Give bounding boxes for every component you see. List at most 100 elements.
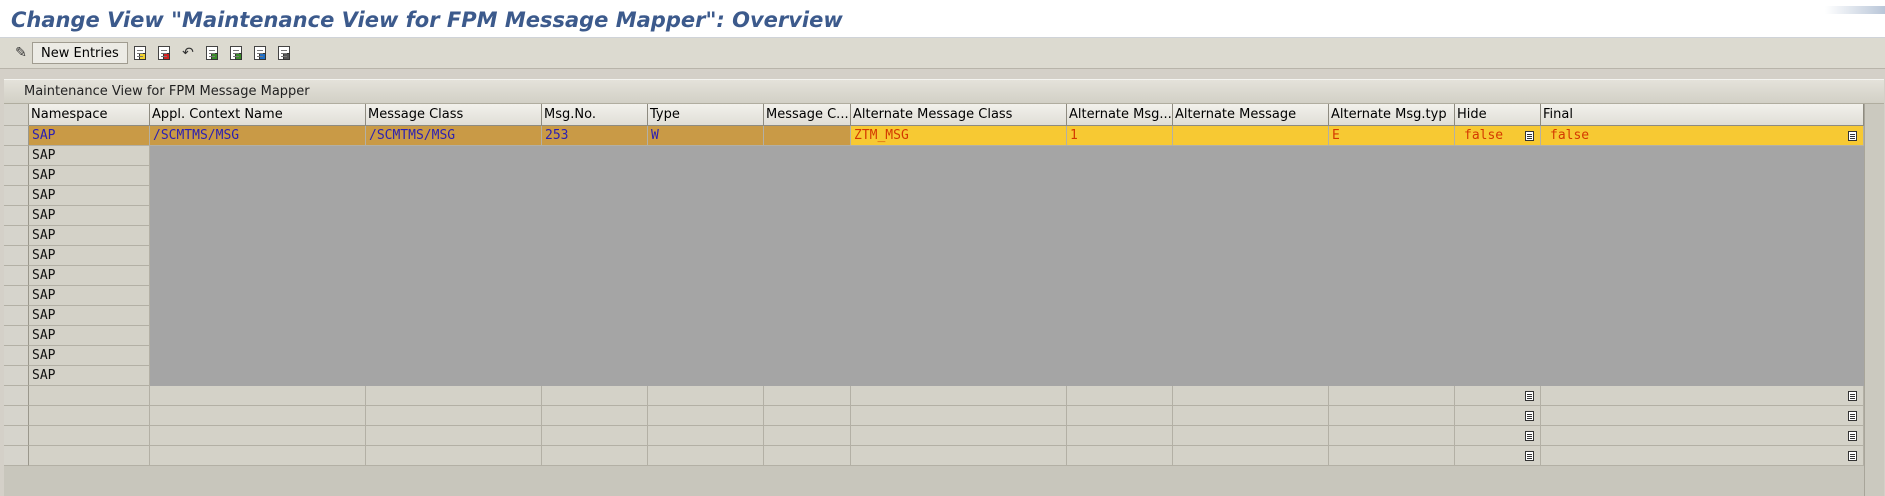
empty-cell[interactable] <box>851 446 1067 466</box>
empty-cell[interactable] <box>542 426 648 446</box>
value-help-icon[interactable] <box>1848 431 1857 441</box>
column-header-type[interactable]: Type <box>648 104 764 126</box>
empty-cell[interactable] <box>29 446 150 466</box>
row-selector[interactable] <box>4 266 29 286</box>
empty-cell[interactable] <box>1541 426 1864 446</box>
empty-cell[interactable] <box>1455 426 1541 446</box>
empty-cell[interactable] <box>366 446 542 466</box>
column-header-message-class[interactable]: Message Class <box>366 104 542 126</box>
row-selector[interactable] <box>4 426 29 446</box>
value-help-icon[interactable] <box>1525 391 1534 401</box>
value-help-icon[interactable] <box>1525 131 1534 141</box>
cell-namespace[interactable]: SAP <box>29 126 150 146</box>
column-header-message-c[interactable]: Message C... <box>764 104 851 126</box>
empty-cell[interactable] <box>764 426 851 446</box>
empty-cell[interactable] <box>1067 406 1173 426</box>
cell-alternate-message-class[interactable]: ZTM_MSG <box>851 126 1067 146</box>
cell-alternate-msg-type[interactable]: E <box>1329 126 1455 146</box>
cell-namespace[interactable]: SAP <box>29 246 150 266</box>
cell-hide[interactable]: false <box>1455 126 1541 146</box>
empty-cell[interactable] <box>542 406 648 426</box>
value-help-icon[interactable] <box>1525 451 1534 461</box>
empty-cell[interactable] <box>648 426 764 446</box>
row-selector[interactable] <box>4 446 29 466</box>
value-help-icon[interactable] <box>1848 391 1857 401</box>
cell-namespace[interactable]: SAP <box>29 346 150 366</box>
value-help-icon[interactable] <box>1848 131 1857 141</box>
cell-namespace[interactable]: SAP <box>29 266 150 286</box>
row-selector[interactable] <box>4 126 29 146</box>
select-block-button[interactable] <box>225 42 247 64</box>
cell-message-c[interactable] <box>764 126 851 146</box>
cell-namespace[interactable]: SAP <box>29 186 150 206</box>
empty-cell[interactable] <box>1329 426 1455 446</box>
empty-cell[interactable] <box>764 446 851 466</box>
cell-namespace[interactable]: SAP <box>29 286 150 306</box>
empty-cell[interactable] <box>764 386 851 406</box>
empty-cell[interactable] <box>150 386 366 406</box>
cell-alternate-message[interactable] <box>1173 126 1329 146</box>
cell-namespace[interactable]: SAP <box>29 146 150 166</box>
row-selector[interactable] <box>4 206 29 226</box>
row-selector[interactable] <box>4 326 29 346</box>
cell-namespace[interactable]: SAP <box>29 226 150 246</box>
deselect-all-button[interactable] <box>249 42 271 64</box>
cell-final[interactable]: false <box>1541 126 1864 146</box>
row-selector[interactable] <box>4 186 29 206</box>
select-all-rows-corner[interactable] <box>4 104 29 126</box>
empty-cell[interactable] <box>851 426 1067 446</box>
empty-cell[interactable] <box>1329 386 1455 406</box>
column-header-namespace[interactable]: Namespace <box>29 104 150 126</box>
empty-cell[interactable] <box>150 406 366 426</box>
empty-cell[interactable] <box>764 406 851 426</box>
empty-cell[interactable] <box>648 406 764 426</box>
empty-cell[interactable] <box>29 406 150 426</box>
empty-cell[interactable] <box>1067 426 1173 446</box>
empty-cell[interactable] <box>1067 386 1173 406</box>
empty-cell[interactable] <box>851 406 1067 426</box>
value-help-icon[interactable] <box>1848 411 1857 421</box>
empty-cell[interactable] <box>1173 446 1329 466</box>
empty-cell[interactable] <box>29 386 150 406</box>
row-selector[interactable] <box>4 146 29 166</box>
empty-cell[interactable] <box>366 386 542 406</box>
empty-cell[interactable] <box>150 446 366 466</box>
row-selector[interactable] <box>4 386 29 406</box>
row-selector[interactable] <box>4 366 29 386</box>
cell-namespace[interactable]: SAP <box>29 366 150 386</box>
cell-msg-no[interactable]: 253 <box>542 126 648 146</box>
cell-namespace[interactable]: SAP <box>29 326 150 346</box>
row-selector[interactable] <box>4 166 29 186</box>
value-help-icon[interactable] <box>1848 451 1857 461</box>
column-header-alternate-message[interactable]: Alternate Message <box>1173 104 1329 126</box>
cell-type[interactable]: W <box>648 126 764 146</box>
empty-cell[interactable] <box>1455 386 1541 406</box>
column-header-alternate-msg-no[interactable]: Alternate Msg... <box>1067 104 1173 126</box>
cell-namespace[interactable]: SAP <box>29 206 150 226</box>
column-header-hide[interactable]: Hide <box>1455 104 1541 126</box>
empty-cell[interactable] <box>1173 426 1329 446</box>
row-selector[interactable] <box>4 406 29 426</box>
row-selector[interactable] <box>4 246 29 266</box>
row-selector[interactable] <box>4 346 29 366</box>
empty-cell[interactable] <box>1173 386 1329 406</box>
cell-namespace[interactable]: SAP <box>29 306 150 326</box>
row-selector[interactable] <box>4 306 29 326</box>
empty-cell[interactable] <box>542 446 648 466</box>
row-selector[interactable] <box>4 226 29 246</box>
empty-cell[interactable] <box>1455 406 1541 426</box>
new-entries-button[interactable]: New Entries <box>32 42 128 64</box>
empty-cell[interactable] <box>1455 446 1541 466</box>
row-selector[interactable] <box>4 286 29 306</box>
empty-cell[interactable] <box>648 446 764 466</box>
empty-cell[interactable] <box>1329 406 1455 426</box>
value-help-icon[interactable] <box>1525 431 1534 441</box>
empty-cell[interactable] <box>648 386 764 406</box>
empty-cell[interactable] <box>1173 406 1329 426</box>
cell-alternate-msg-no[interactable]: 1 <box>1067 126 1173 146</box>
cell-message-class[interactable]: /SCMTMS/MSG <box>366 126 542 146</box>
empty-cell[interactable] <box>1329 446 1455 466</box>
select-all-button[interactable] <box>201 42 223 64</box>
empty-cell[interactable] <box>366 406 542 426</box>
empty-cell[interactable] <box>366 426 542 446</box>
